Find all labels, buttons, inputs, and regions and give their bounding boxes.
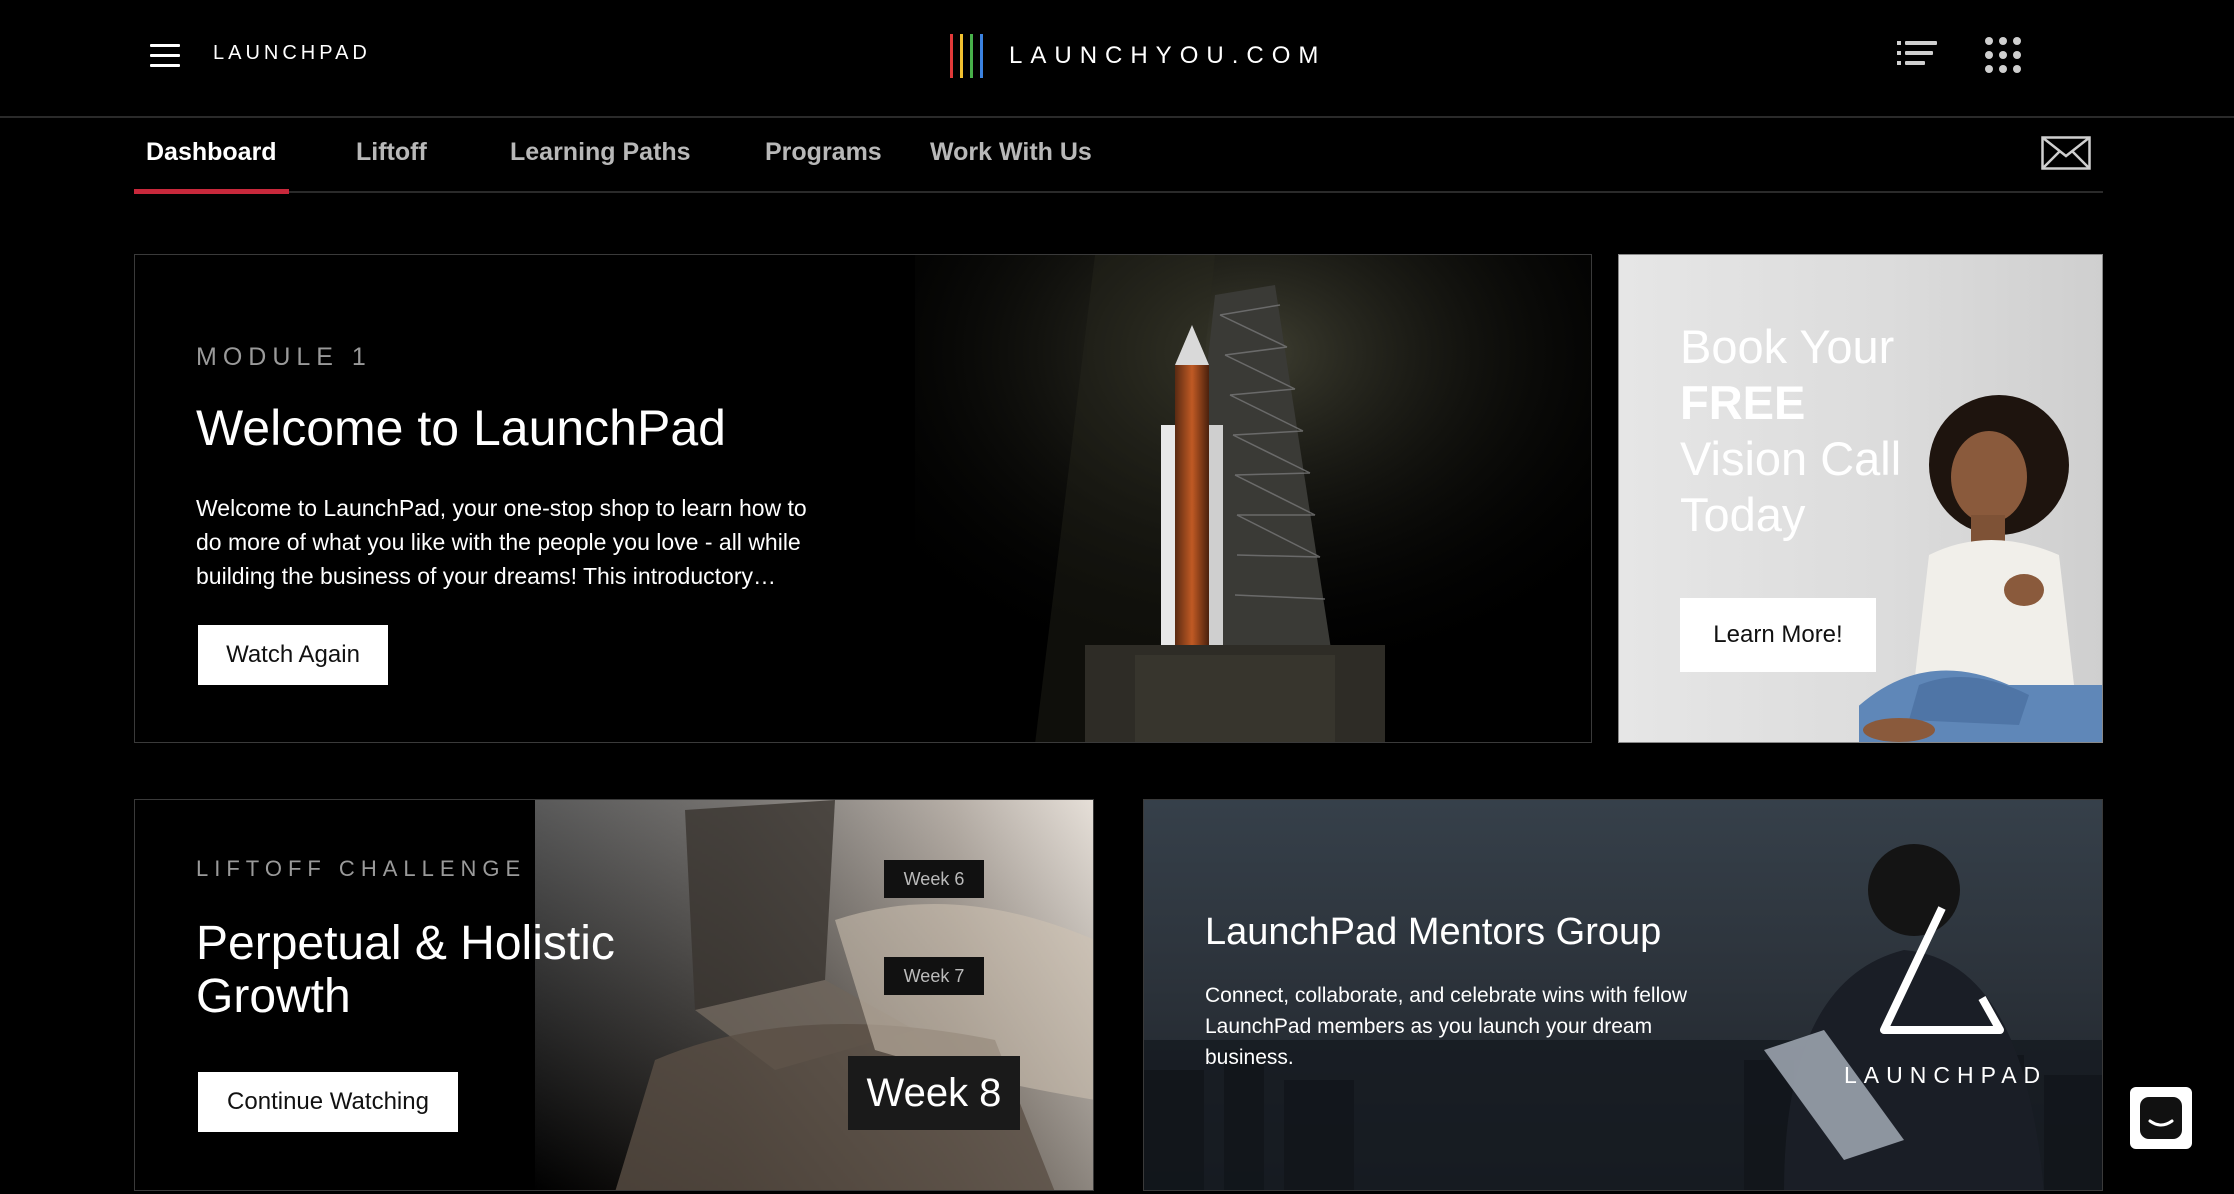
tab-work-with-us[interactable]: Work With Us: [930, 138, 1092, 193]
vision-call-title: Book Your FREE Vision Call Today: [1680, 319, 1940, 543]
learn-more-button[interactable]: Learn More!: [1680, 598, 1876, 672]
vision-title-line1: Book Your: [1680, 320, 1895, 373]
week-8-badge[interactable]: Week 8: [848, 1056, 1020, 1130]
main-nav: Dashboard Liftoff Learning Paths Program…: [134, 118, 2103, 194]
tab-liftoff[interactable]: Liftoff: [356, 138, 427, 193]
logo-bar-blue: [980, 34, 983, 78]
mentors-description: Connect, collaborate, and celebrate wins…: [1205, 984, 1688, 1069]
module-title: Welcome to LaunchPad: [196, 400, 726, 456]
vision-title-line3: Vision Call: [1680, 432, 1902, 485]
module-description: Welcome to LaunchPad, your one-stop shop…: [196, 495, 807, 589]
week-7-badge[interactable]: Week 7: [884, 957, 984, 995]
mentors-title: LaunchPad Mentors Group: [1205, 911, 1662, 953]
brand-name[interactable]: LAUNCHPAD: [213, 42, 371, 65]
watch-again-button[interactable]: Watch Again: [196, 623, 390, 687]
liftoff-title-line2: Growth: [196, 969, 351, 1023]
vision-call-card[interactable]: Book Your FREE Vision Call Today Learn M…: [1618, 254, 2103, 743]
hamburger-menu-icon[interactable]: [150, 44, 180, 68]
mentors-group-card[interactable]: LaunchPad Mentors Group Connect, collabo…: [1143, 799, 2103, 1191]
module-label: MODULE 1: [196, 343, 372, 371]
laptop-on-lap-image: [535, 800, 1093, 1190]
tab-dashboard[interactable]: Dashboard: [134, 138, 289, 194]
vision-title-free: FREE: [1680, 376, 1806, 429]
tab-programs[interactable]: Programs: [765, 138, 882, 193]
week-6-badge[interactable]: Week 6: [884, 860, 984, 898]
apps-grid-icon[interactable]: [1985, 37, 2021, 73]
tab-learning-paths[interactable]: Learning Paths: [510, 138, 691, 193]
welcome-module-card[interactable]: MODULE 1 Welcome to LaunchPad Welcome to…: [134, 254, 1592, 743]
rocket-launch-image: [915, 255, 1591, 742]
logo-bars-icon: [950, 34, 983, 78]
liftoff-title: Perpetual & Holistic Growth: [196, 917, 615, 1024]
list-icon[interactable]: [1897, 40, 1937, 70]
liftoff-label: LIFTOFF CHALLENGE: [196, 856, 527, 881]
logo-bar-yellow: [960, 34, 963, 78]
liftoff-challenge-card[interactable]: LIFTOFF CHALLENGE Perpetual & Holistic G…: [134, 799, 1094, 1191]
top-bar: LAUNCHPAD LAUNCHYOU.COM: [0, 0, 2234, 118]
site-logo[interactable]: LAUNCHYOU.COM: [950, 32, 1326, 80]
mail-icon[interactable]: [2041, 136, 2091, 170]
logo-bar-red: [950, 34, 953, 78]
logo-bar-green: [970, 34, 973, 78]
launchpad-logo-text: LAUNCHPAD: [1844, 1062, 2048, 1088]
liftoff-title-line1: Perpetual & Holistic: [196, 917, 615, 970]
logo-text: LAUNCHYOU.COM: [1009, 42, 1327, 69]
chat-icon[interactable]: [2130, 1087, 2192, 1149]
continue-watching-button[interactable]: Continue Watching: [196, 1070, 460, 1134]
launchpad-triangle-logo-icon: [1880, 906, 2004, 1034]
vision-title-line4: Today: [1680, 488, 1806, 541]
